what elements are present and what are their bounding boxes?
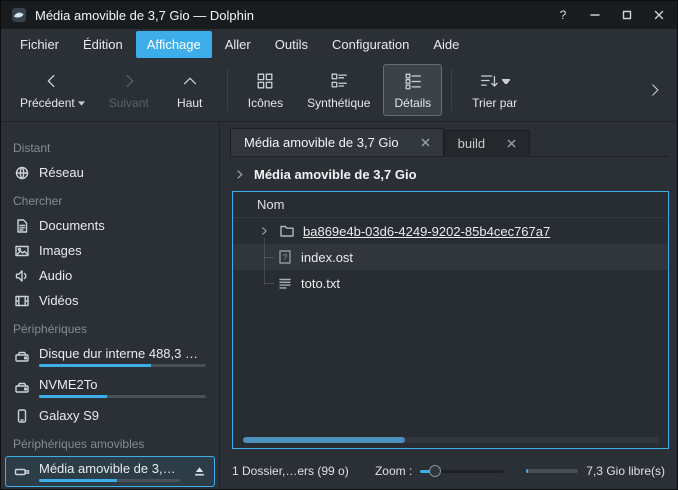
phone-icon xyxy=(14,408,30,424)
caret-down-icon xyxy=(78,101,85,106)
details-view-icon xyxy=(403,70,423,92)
chevron-left-icon xyxy=(42,70,62,92)
zoom-slider[interactable] xyxy=(420,464,504,478)
chevron-up-icon xyxy=(180,70,200,92)
tab-media-amovible[interactable]: Média amovible de 3,7 Gio xyxy=(230,128,444,156)
svg-text:?: ? xyxy=(283,253,288,262)
free-space-label: 7,3 Gio libre(s) xyxy=(586,464,665,478)
menu-configuration[interactable]: Configuration xyxy=(321,31,420,58)
caret-down-icon xyxy=(502,79,510,84)
horizontal-scrollbar[interactable] xyxy=(243,437,658,443)
compact-view-icon xyxy=(329,70,349,92)
close-button[interactable] xyxy=(651,7,667,23)
icons-view-button[interactable]: Icônes xyxy=(237,64,294,116)
maximize-button[interactable] xyxy=(619,7,635,23)
forward-button[interactable]: Suivant xyxy=(98,64,160,116)
main-view: Média amovible de 3,7 Gio build Média am… xyxy=(220,122,677,489)
places-panel: Distant Réseau Chercher Documents Images xyxy=(1,122,220,489)
removable-usage-bar xyxy=(39,479,180,482)
image-icon xyxy=(14,243,30,259)
sidebar-item-reseau[interactable]: Réseau xyxy=(5,160,215,185)
toolbar: Précédent Suivant Haut Icônes xyxy=(1,59,677,122)
breadcrumb: Média amovible de 3,7 Gio xyxy=(230,157,669,191)
menubar: Fichier Édition Affichage Aller Outils C… xyxy=(1,29,677,59)
file-row-folder[interactable]: ba869e4b-03d6-4249-9202-85b4cec767a7 xyxy=(233,218,668,244)
file-name: toto.txt xyxy=(301,276,340,291)
tree-guide-line xyxy=(264,283,274,284)
details-view-button[interactable]: Détails xyxy=(383,64,442,116)
audio-icon xyxy=(14,268,30,284)
statusbar: 1 Dossier,…ers (99 o) Zoom : 7,3 Gio lib… xyxy=(230,455,669,489)
network-icon xyxy=(14,165,30,181)
help-button[interactable]: ? xyxy=(555,7,571,23)
window-controls: ? xyxy=(555,7,667,23)
harddrive-icon xyxy=(14,380,30,396)
menu-fichier[interactable]: Fichier xyxy=(9,31,70,58)
usb-drive-icon xyxy=(14,464,30,480)
menu-edition[interactable]: Édition xyxy=(72,31,134,58)
dolphin-app-icon[interactable] xyxy=(11,7,27,23)
chevron-right-icon xyxy=(119,70,139,92)
icons-view-icon xyxy=(255,70,275,92)
sidebar-item-nvme2to[interactable]: NVME2To xyxy=(5,372,215,403)
sidebar-item-media-amovible[interactable]: Média amovible de 3,7 … xyxy=(5,456,215,487)
content-area: Distant Réseau Chercher Documents Images xyxy=(1,122,677,489)
up-button[interactable]: Haut xyxy=(162,64,218,116)
tabbar: Média amovible de 3,7 Gio build xyxy=(230,128,669,157)
sidebar-item-documents[interactable]: Documents xyxy=(5,213,215,238)
toolbar-separator xyxy=(227,69,228,111)
video-icon xyxy=(14,293,30,309)
window-title: Média amovible de 3,7 Gio — Dolphin xyxy=(35,8,254,23)
tree-guide-line xyxy=(264,257,274,258)
titlebar[interactable]: Média amovible de 3,7 Gio — Dolphin ? xyxy=(1,1,677,29)
tab-build[interactable]: build xyxy=(444,130,530,156)
dolphin-window: Média amovible de 3,7 Gio — Dolphin ? Fi… xyxy=(0,0,678,490)
menu-aide[interactable]: Aide xyxy=(422,31,470,58)
compact-view-button[interactable]: Synthétique xyxy=(296,64,381,116)
section-distant[interactable]: Distant xyxy=(1,132,219,160)
section-peripheriques[interactable]: Périphériques xyxy=(1,313,219,341)
harddrive-icon xyxy=(14,349,30,365)
sidebar-item-images[interactable]: Images xyxy=(5,238,215,263)
breadcrumb-location[interactable]: Média amovible de 3,7 Gio xyxy=(254,167,417,182)
file-view: Nom ba869e4b-03d6-4249-9202-85b4cec767a7… xyxy=(232,191,669,449)
section-chercher[interactable]: Chercher xyxy=(1,185,219,213)
sort-by-button[interactable]: Trier par xyxy=(461,64,528,116)
zoom-label: Zoom : xyxy=(375,464,412,478)
disk-usage-bar xyxy=(39,364,206,367)
file-name: index.ost xyxy=(301,250,353,265)
free-space-bar xyxy=(526,469,578,473)
column-header-nom[interactable]: Nom xyxy=(233,192,668,218)
toolbar-overflow-button[interactable] xyxy=(641,76,669,104)
breadcrumb-chevron-icon[interactable] xyxy=(234,169,245,180)
file-name: ba869e4b-03d6-4249-9202-85b4cec767a7 xyxy=(303,224,550,239)
minimize-button[interactable] xyxy=(587,7,603,23)
section-peripheriques-amovibles[interactable]: Périphériques amovibles xyxy=(1,428,219,456)
sort-icon xyxy=(479,70,510,92)
sidebar-item-disque-dur[interactable]: Disque dur interne 488,3 G… xyxy=(5,341,215,372)
menu-affichage[interactable]: Affichage xyxy=(136,31,212,58)
text-file-icon xyxy=(277,275,293,291)
toolbar-separator xyxy=(451,69,452,111)
scrollbar-thumb[interactable] xyxy=(243,437,405,443)
file-row-toto-txt[interactable]: toto.txt xyxy=(233,270,668,296)
sidebar-item-audio[interactable]: Audio xyxy=(5,263,215,288)
unknown-file-icon: ? xyxy=(277,249,293,265)
close-tab-icon[interactable] xyxy=(421,138,430,147)
tree-guide-line xyxy=(264,238,265,284)
sidebar-item-videos[interactable]: Vidéos xyxy=(5,288,215,313)
zoom-slider-handle[interactable] xyxy=(429,465,441,477)
status-summary: 1 Dossier,…ers (99 o) xyxy=(232,464,349,478)
sidebar-item-galaxy-s9[interactable]: Galaxy S9 xyxy=(5,403,215,428)
close-tab-icon[interactable] xyxy=(507,139,516,148)
file-row-index-ost[interactable]: ? index.ost xyxy=(233,244,668,270)
nvme-usage-bar xyxy=(39,395,206,398)
back-button[interactable]: Précédent xyxy=(9,64,96,116)
folder-icon xyxy=(279,223,295,239)
menu-outils[interactable]: Outils xyxy=(264,31,319,58)
document-icon xyxy=(14,218,30,234)
menu-aller[interactable]: Aller xyxy=(214,31,262,58)
expand-chevron-icon[interactable] xyxy=(257,226,271,236)
eject-icon[interactable] xyxy=(193,465,206,478)
